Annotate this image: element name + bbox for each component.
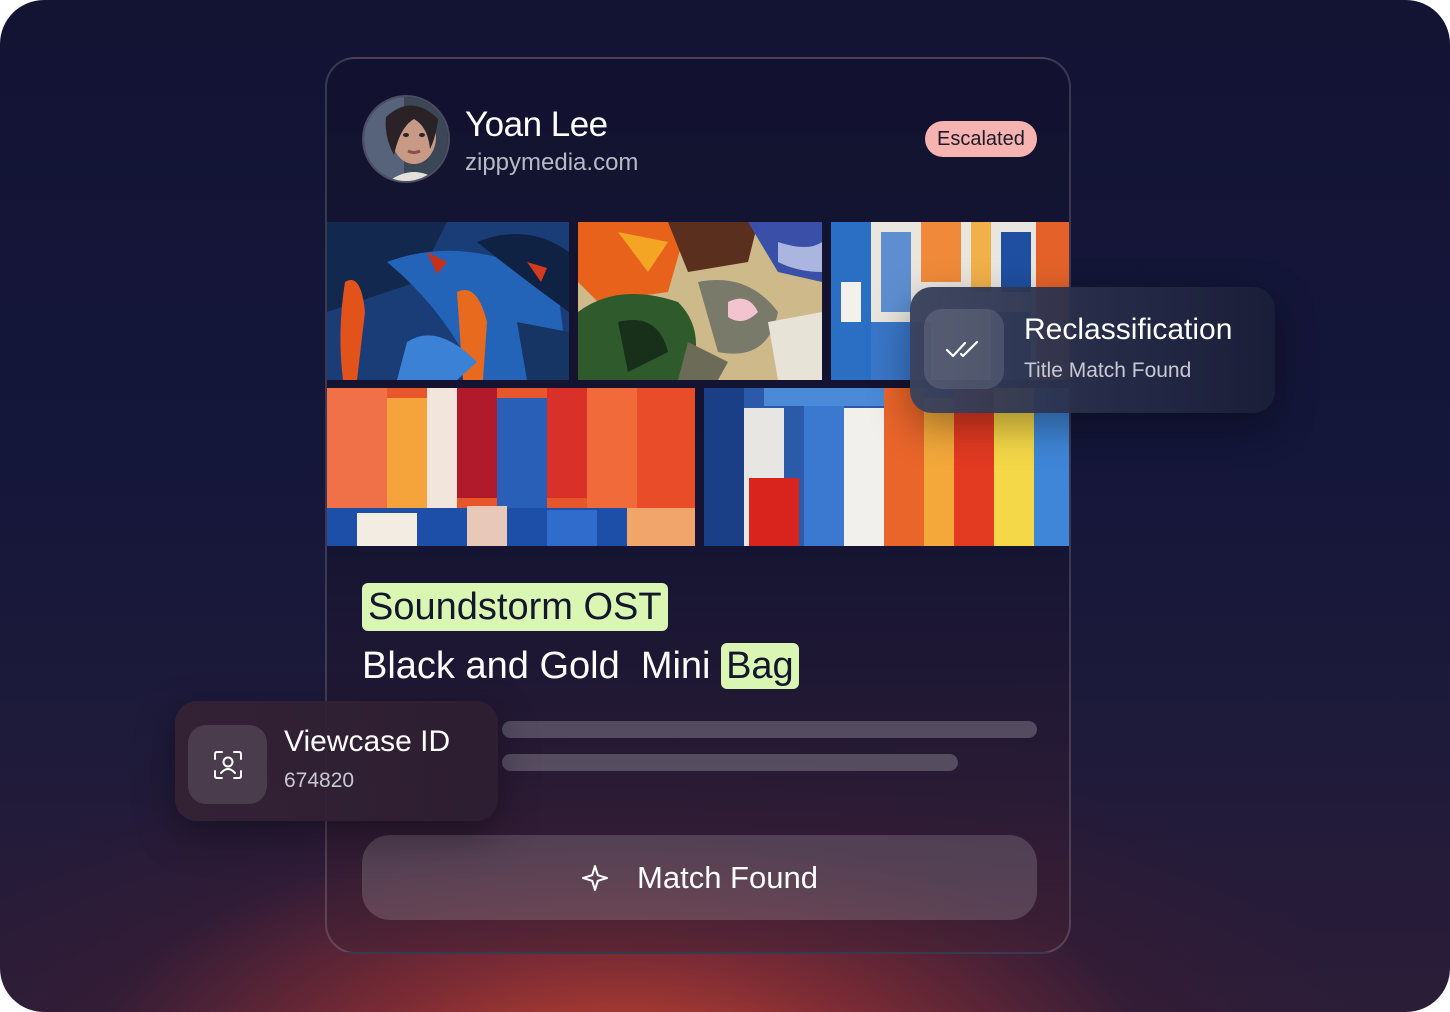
match-found-button[interactable]: Match Found — [362, 835, 1037, 920]
placeholder-line — [502, 754, 958, 771]
product-title: Black and Gold Mini Bag — [362, 643, 799, 689]
placeholder-line — [502, 721, 1037, 738]
gallery-image[interactable] — [578, 222, 822, 380]
status-badge[interactable]: Escalated — [925, 121, 1037, 157]
profile-domain: zippymedia.com — [465, 149, 639, 176]
viewcase-id-value: 674820 — [284, 769, 355, 792]
reclassification-title: Reclassification — [1024, 313, 1233, 346]
reclassification-subtitle: Title Match Found — [1024, 359, 1192, 382]
profile-name: Yoan Lee — [465, 105, 608, 144]
title-highlight: Soundstorm OST — [362, 583, 668, 631]
reclassification-card[interactable]: Reclassification Title Match Found — [910, 287, 1275, 413]
app-canvas: Yoan Lee zippymedia.com Escalated Sounds… — [0, 0, 1450, 1012]
gallery-image[interactable] — [327, 222, 569, 380]
viewcase-title: Viewcase ID — [284, 725, 451, 758]
double-check-icon — [924, 309, 1004, 389]
face-scan-icon — [188, 725, 267, 804]
sparkle-icon — [581, 864, 609, 892]
match-found-label: Match Found — [637, 859, 818, 895]
gallery-image[interactable] — [327, 388, 695, 546]
avatar — [362, 95, 450, 183]
viewcase-card[interactable]: Viewcase ID 674820 — [175, 701, 498, 821]
product-title-text: Black and Gold Mini — [362, 645, 722, 687]
product-title-highlight: Bag — [721, 643, 799, 689]
